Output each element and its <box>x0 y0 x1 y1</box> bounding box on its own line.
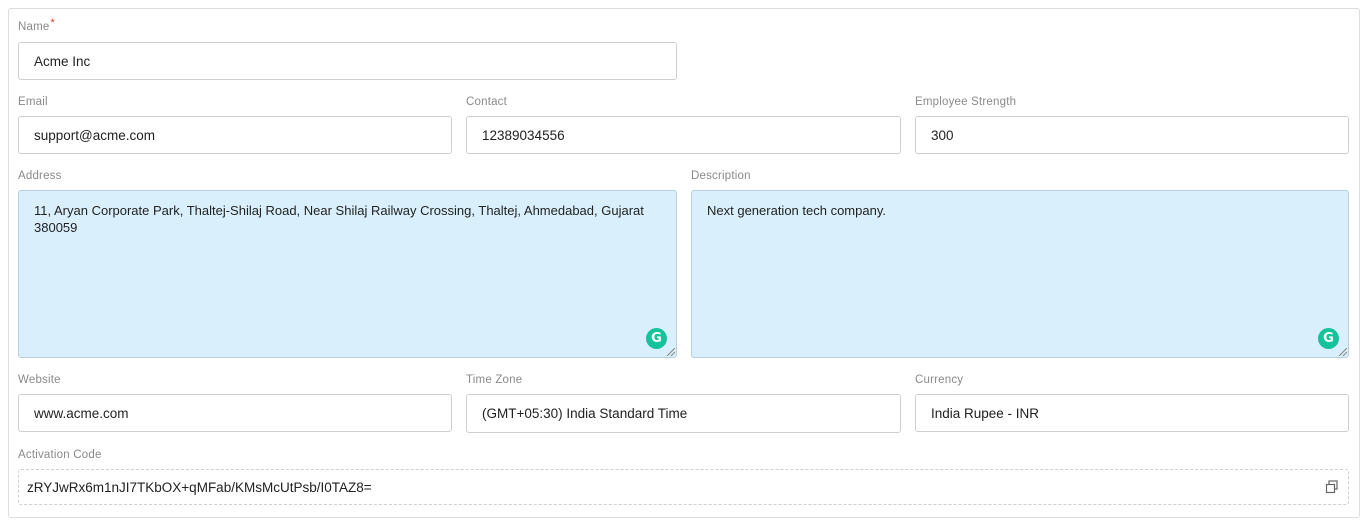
description-label: Description <box>691 170 751 182</box>
time-zone-select[interactable]: (GMT+05:30) India Standard Time <box>466 394 901 433</box>
contact-label: Contact <box>466 96 508 108</box>
activation-code-field[interactable]: zRYJwRx6m1nJI7TKbOX+qMFab/KMsMcUtPsb/I0T… <box>18 469 1349 505</box>
grammarly-icon[interactable]: G <box>646 328 667 349</box>
employee-strength-label: Employee Strength <box>915 96 1017 108</box>
employee-strength-value: 300 <box>931 127 954 143</box>
resize-handle-icon[interactable] <box>667 348 675 356</box>
address-value: 11, Aryan Corporate Park, Thaltej-Shilaj… <box>34 203 644 235</box>
email-input[interactable]: support@acme.com <box>18 116 452 154</box>
name-label-text: Name <box>18 21 50 33</box>
required-mark: * <box>50 17 55 29</box>
website-input[interactable]: www.acme.com <box>18 394 452 432</box>
employee-strength-input[interactable]: 300 <box>915 116 1349 154</box>
website-label: Website <box>18 374 61 386</box>
grammarly-icon[interactable]: G <box>1318 328 1339 349</box>
address-label: Address <box>18 170 62 182</box>
email-value: support@acme.com <box>34 127 155 143</box>
name-input[interactable]: Acme Inc <box>18 42 677 80</box>
address-textarea[interactable]: 11, Aryan Corporate Park, Thaltej-Shilaj… <box>18 190 677 358</box>
description-value: Next generation tech company. <box>707 203 886 218</box>
resize-handle-icon[interactable] <box>1339 348 1347 356</box>
currency-value: India Rupee - INR <box>931 405 1040 421</box>
website-value: www.acme.com <box>34 405 129 421</box>
description-textarea[interactable]: Next generation tech company. <box>691 190 1349 358</box>
currency-label: Currency <box>915 374 964 386</box>
currency-select[interactable]: India Rupee - INR <box>915 394 1349 432</box>
activation-code-value: zRYJwRx6m1nJI7TKbOX+qMFab/KMsMcUtPsb/I0T… <box>27 479 372 495</box>
name-value: Acme Inc <box>34 53 91 69</box>
contact-input[interactable]: 12389034556 <box>466 116 901 154</box>
time-zone-value: (GMT+05:30) India Standard Time <box>482 406 688 421</box>
copy-icon[interactable] <box>1325 480 1339 494</box>
email-label: Email <box>18 96 48 108</box>
contact-value: 12389034556 <box>482 127 565 143</box>
activation-code-label: Activation Code <box>18 449 102 461</box>
time-zone-label: Time Zone <box>466 374 523 386</box>
name-label: Name* <box>18 17 55 33</box>
